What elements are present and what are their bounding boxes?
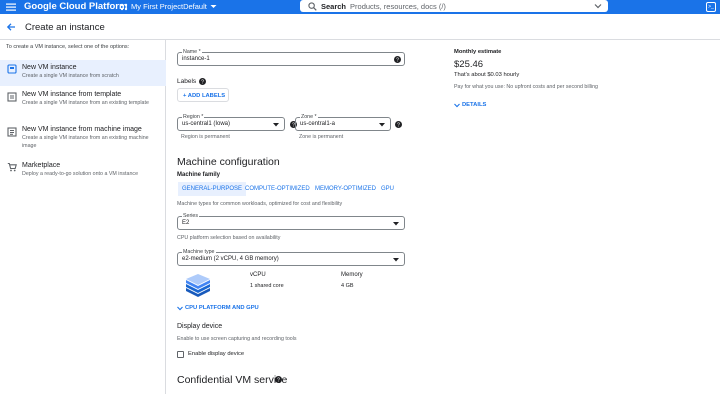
machine-config-title: Machine configuration xyxy=(177,156,280,168)
options-intro: To create a VM instance, select one of t… xyxy=(6,44,130,50)
machine-type-label: Machine type xyxy=(182,249,216,255)
tab-memory-optimized[interactable]: MEMORY-OPTIMIZED xyxy=(311,182,380,196)
estimate-hourly: That's about $0.03 hourly xyxy=(454,72,520,78)
option-desc: Create a single VM instance from scratch xyxy=(22,73,119,79)
page-title: Create an instance xyxy=(25,22,105,33)
option-title: New VM instance from template xyxy=(22,91,122,98)
series-value: E2 xyxy=(182,220,190,226)
labels-heading: Labels xyxy=(177,78,197,85)
region-label: Region * xyxy=(182,114,205,120)
help-icon[interactable]: ? xyxy=(394,56,401,63)
help-icon[interactable]: ? xyxy=(395,121,402,128)
vcpu-value: 1 shared core xyxy=(250,283,284,289)
dropdown-arrow-icon xyxy=(379,123,385,127)
tab-gpu[interactable]: GPU xyxy=(377,182,398,196)
top-bar: Google Cloud Platform My First ProjectDe… xyxy=(0,0,720,14)
project-icon xyxy=(120,3,128,10)
memory-header: Memory xyxy=(341,272,363,278)
option-desc: Create a single VM instance from an exis… xyxy=(22,135,149,149)
enable-display-checkbox[interactable] xyxy=(177,351,184,358)
help-icon[interactable]: ? xyxy=(275,376,282,383)
hamburger-menu-icon[interactable] xyxy=(6,2,16,12)
add-labels-button[interactable]: + ADD LABELS xyxy=(177,88,229,102)
family-description: Machine types for common workloads, opti… xyxy=(177,201,343,207)
search-bar[interactable]: Search Products, resources, docs (/) xyxy=(300,0,608,12)
svg-text:?: ? xyxy=(277,377,280,383)
dropdown-arrow-icon xyxy=(273,123,279,127)
details-toggle[interactable]: DETAILS xyxy=(454,102,494,110)
machine-image-icon xyxy=(7,127,17,137)
zone-select[interactable]: Zone * us-central1-a xyxy=(295,114,391,131)
template-icon xyxy=(7,92,17,102)
option-title: New VM instance from machine image xyxy=(22,126,142,133)
series-label: Series xyxy=(182,213,200,219)
enable-display-label: Enable display device xyxy=(188,351,245,357)
machine-type-value: e2-medium (2 vCPU, 4 GB memory) xyxy=(182,256,279,262)
project-name: My First ProjectDefault xyxy=(131,2,207,11)
name-label: Name * xyxy=(182,49,202,55)
estimate-price: $25.46 xyxy=(454,59,484,70)
cpu-platform-link: CPU PLATFORM AND GPU xyxy=(185,305,259,311)
cart-icon xyxy=(7,162,17,172)
option-desc: Deploy a ready-to-go solution onto a VM … xyxy=(22,171,139,177)
name-value: instance-1 xyxy=(182,56,210,62)
add-labels-label: + ADD LABELS xyxy=(183,92,226,99)
brand-title[interactable]: Google Cloud Platform xyxy=(24,1,127,12)
project-selector[interactable]: My First ProjectDefault xyxy=(120,2,217,11)
creation-options-panel: To create a VM instance, select one of t… xyxy=(0,40,166,394)
option-new-vm[interactable]: New VM instance Create a single VM insta… xyxy=(0,60,166,86)
option-desc: Create a single VM instance from an exis… xyxy=(22,100,149,106)
option-title: New VM instance xyxy=(22,64,77,71)
memory-value: 4 GB xyxy=(341,283,354,289)
region-value: us-central1 (Iowa) xyxy=(182,121,231,127)
chevron-down-icon xyxy=(210,5,217,8)
vm-instance-icon xyxy=(7,64,17,74)
name-field[interactable]: Name * instance-1 ? xyxy=(177,49,405,66)
machine-type-select[interactable]: Machine type e2-medium (2 vCPU, 4 GB mem… xyxy=(177,249,405,266)
chevron-down-icon xyxy=(177,306,183,311)
chevron-down-icon xyxy=(454,103,460,108)
tab-general-purpose[interactable]: GENERAL-PURPOSE xyxy=(178,182,247,196)
option-from-machine-image[interactable]: New VM instance from machine image Creat… xyxy=(0,125,166,155)
option-marketplace[interactable]: Marketplace Deploy a ready-to-go solutio… xyxy=(0,161,166,183)
vcpu-header: vCPU xyxy=(250,272,266,278)
zone-value: us-central1-a xyxy=(300,121,336,127)
search-placeholder: Products, resources, docs (/) xyxy=(350,1,446,11)
back-arrow-icon[interactable] xyxy=(6,22,16,32)
series-hint: CPU platform selection based on availabi… xyxy=(177,235,281,241)
region-select[interactable]: Region * us-central1 (Iowa) xyxy=(177,114,285,131)
option-from-template[interactable]: New VM instance from template Create a s… xyxy=(0,90,166,120)
machine-stack-icon xyxy=(186,274,210,297)
help-icon[interactable]: ? xyxy=(199,78,206,85)
estimate-title: Monthly estimate xyxy=(454,49,502,55)
series-select[interactable]: Series E2 xyxy=(177,213,405,230)
details-link: DETAILS xyxy=(462,102,487,108)
estimate-note: Pay for what you use: No upfront costs a… xyxy=(454,84,598,90)
cloud-shell-icon[interactable]: >_ xyxy=(706,2,716,12)
dropdown-arrow-icon xyxy=(393,258,399,262)
page-header: Create an instance xyxy=(0,14,720,40)
machine-family-label: Machine family xyxy=(177,172,221,178)
zone-label: Zone * xyxy=(300,114,318,120)
svg-text:?: ? xyxy=(397,122,400,128)
display-device-desc: Enable to use screen capturing and recor… xyxy=(177,336,297,342)
zone-hint: Zone is permanent xyxy=(299,134,344,140)
svg-text:?: ? xyxy=(396,57,399,63)
search-label: Search xyxy=(321,1,347,11)
display-device-title: Display device xyxy=(177,323,223,330)
instance-form: Name * instance-1 ? Labels ? + ADD LABEL… xyxy=(166,40,720,394)
confidential-vm-title: Confidential VM service xyxy=(177,374,288,386)
dropdown-arrow-icon xyxy=(393,222,399,226)
option-title: Marketplace xyxy=(22,162,61,169)
region-hint: Region is permanent xyxy=(181,134,230,140)
chevron-down-icon[interactable] xyxy=(594,2,602,10)
search-icon xyxy=(308,1,317,11)
svg-text:?: ? xyxy=(201,79,204,85)
tab-compute-optimized[interactable]: COMPUTE-OPTIMIZED xyxy=(241,182,314,196)
